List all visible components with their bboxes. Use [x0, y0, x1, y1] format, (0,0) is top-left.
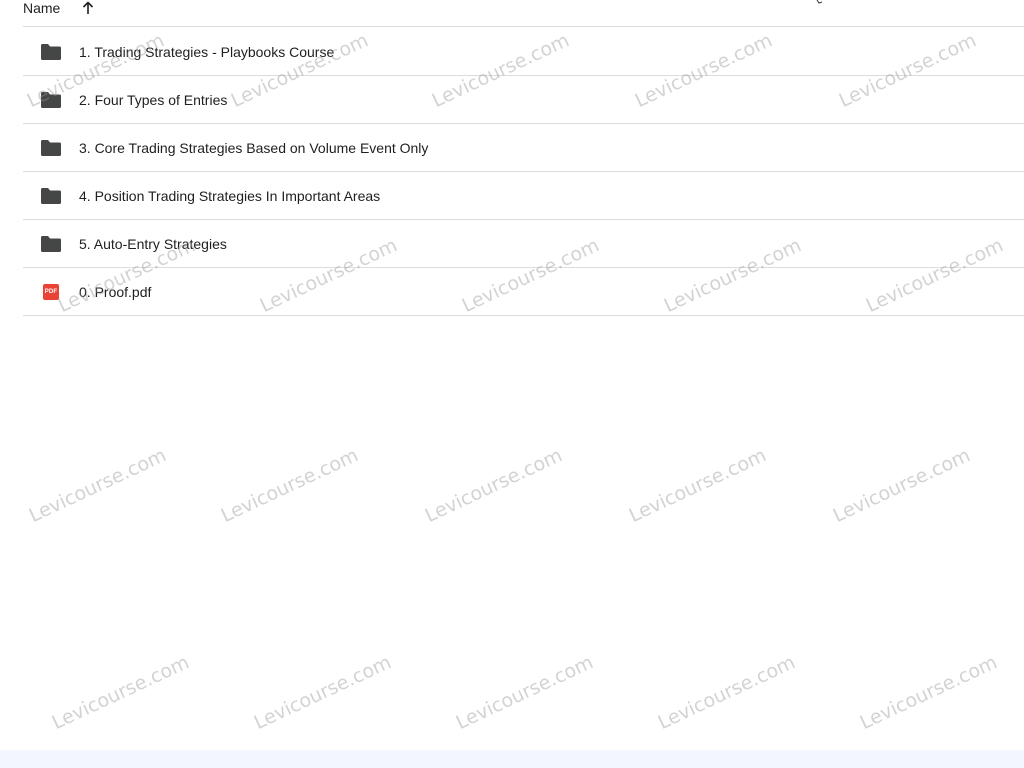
file-row[interactable]: PDF 0. Proof.pdf — [23, 268, 1024, 316]
file-name: 5. Auto-Entry Strategies — [79, 235, 227, 252]
name-column-header[interactable]: Name — [23, 0, 60, 16]
file-list: 1. Trading Strategies - Playbooks Course… — [23, 28, 1024, 316]
file-row[interactable]: 2. Four Types of Entries — [23, 76, 1024, 124]
mouse-cursor-icon — [816, 0, 823, 4]
file-row[interactable]: 3. Core Trading Strategies Based on Volu… — [23, 124, 1024, 172]
folder-icon — [40, 234, 62, 254]
watermark: Levicourse.com — [625, 444, 770, 527]
bottom-strip — [0, 750, 1024, 768]
watermark: Levicourse.com — [25, 444, 170, 527]
file-row[interactable]: 4. Position Trading Strategies In Import… — [23, 172, 1024, 220]
watermark: Levicourse.com — [217, 444, 362, 527]
file-name: 1. Trading Strategies - Playbooks Course — [79, 43, 335, 60]
file-browser-page: Name 1. Trading Strategies - Playbooks C… — [0, 0, 1024, 768]
folder-icon — [40, 90, 62, 110]
file-row[interactable]: 5. Auto-Entry Strategies — [23, 220, 1024, 268]
file-name: 2. Four Types of Entries — [79, 91, 228, 108]
folder-icon — [40, 186, 62, 206]
watermark: Levicourse.com — [48, 651, 193, 734]
sort-ascending-button[interactable] — [80, 0, 96, 16]
watermark: Levicourse.com — [654, 651, 799, 734]
file-list-header: Name — [23, 0, 1024, 27]
pdf-file-icon: PDF — [40, 282, 62, 302]
file-name: 3. Core Trading Strategies Based on Volu… — [79, 139, 429, 156]
file-name: 0. Proof.pdf — [79, 283, 152, 300]
watermark: Levicourse.com — [421, 444, 566, 527]
pdf-badge: PDF — [43, 283, 59, 300]
watermark: Levicourse.com — [452, 651, 597, 734]
watermark: Levicourse.com — [856, 651, 1001, 734]
watermark: Levicourse.com — [250, 651, 395, 734]
folder-icon — [40, 42, 62, 62]
file-name: 4. Position Trading Strategies In Import… — [79, 187, 381, 204]
folder-icon — [40, 138, 62, 158]
watermark: Levicourse.com — [829, 444, 974, 527]
file-row[interactable]: 1. Trading Strategies - Playbooks Course — [23, 28, 1024, 76]
arrow-upward-icon — [83, 1, 94, 14]
